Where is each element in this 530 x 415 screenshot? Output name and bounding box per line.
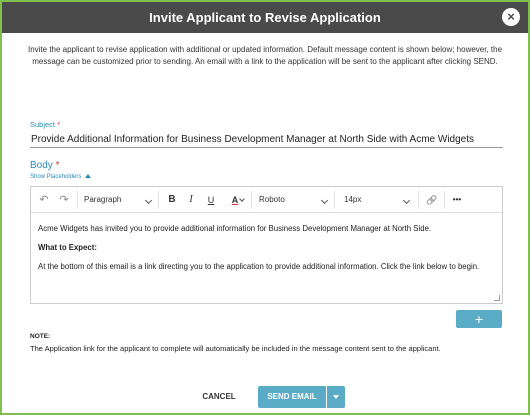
link-icon[interactable]: 🔗 bbox=[423, 187, 441, 213]
add-button[interactable]: + bbox=[456, 310, 502, 328]
show-placeholders-toggle[interactable]: Show Placeholders bbox=[30, 174, 92, 180]
subject-label: Subject * bbox=[30, 120, 60, 129]
modal-header: Invite Applicant to Revise Application × bbox=[2, 2, 528, 33]
editor-content[interactable]: Acme Widgets has invited you to provide … bbox=[31, 214, 502, 303]
note-label: NOTE: bbox=[30, 333, 51, 340]
close-icon[interactable]: × bbox=[502, 8, 520, 26]
modal-title: Invite Applicant to Revise Application bbox=[149, 10, 381, 25]
redo-icon[interactable]: ↷ bbox=[55, 187, 73, 213]
chevron-down-icon bbox=[333, 395, 339, 399]
subject-input[interactable] bbox=[30, 131, 503, 148]
toolbar-divider bbox=[334, 191, 335, 209]
body-required-mark: * bbox=[55, 160, 60, 171]
body-label-text: Body bbox=[30, 160, 53, 171]
resize-handle[interactable] bbox=[494, 295, 500, 301]
chevron-down-icon bbox=[144, 196, 153, 205]
toolbar-divider bbox=[77, 191, 78, 209]
toolbar-divider bbox=[418, 191, 419, 209]
content-paragraph: Acme Widgets has invited you to provide … bbox=[38, 224, 432, 233]
text-color-icon: A bbox=[231, 195, 239, 205]
chevron-down-icon bbox=[320, 196, 329, 205]
subject-label-text: Subject bbox=[30, 120, 56, 129]
underline-button[interactable]: U bbox=[203, 187, 219, 213]
show-placeholders-label: Show Placeholders bbox=[30, 174, 82, 180]
send-options-dropdown[interactable] bbox=[327, 386, 345, 408]
intro-text: Invite the applicant to revise applicati… bbox=[27, 45, 503, 66]
block-format-select[interactable]: Paragraph bbox=[79, 187, 157, 213]
caret-up-icon bbox=[85, 174, 92, 179]
more-options-icon[interactable]: ••• bbox=[447, 187, 467, 213]
invite-modal: Invite Applicant to Revise Application ×… bbox=[0, 0, 530, 415]
note-text: The Application link for the applicant t… bbox=[30, 344, 441, 353]
italic-button[interactable]: I bbox=[183, 187, 199, 213]
toolbar-divider bbox=[251, 191, 252, 209]
font-size-value: 14px bbox=[344, 195, 362, 204]
chevron-down-icon bbox=[239, 196, 245, 202]
editor-toolbar: ↶ ↷ Paragraph B I U A Roboto 14px 🔗 ••• bbox=[31, 187, 502, 213]
content-heading: What to Expect: bbox=[38, 243, 97, 252]
content-paragraph: At the bottom of this email is a link di… bbox=[38, 262, 480, 271]
toolbar-divider bbox=[158, 191, 159, 209]
font-family-select[interactable]: Roboto bbox=[253, 187, 333, 213]
send-email-button[interactable]: SEND EMAIL bbox=[258, 386, 326, 408]
chevron-down-icon bbox=[402, 196, 411, 205]
bold-button[interactable]: B bbox=[164, 187, 180, 213]
block-format-value: Paragraph bbox=[84, 195, 122, 204]
rich-text-editor: ↶ ↷ Paragraph B I U A Roboto 14px 🔗 ••• … bbox=[30, 186, 503, 304]
body-label: Body * bbox=[30, 160, 59, 171]
text-color-button[interactable]: A bbox=[222, 187, 248, 213]
font-size-select[interactable]: 14px bbox=[336, 187, 416, 213]
subject-required-mark: * bbox=[57, 120, 61, 129]
toolbar-divider bbox=[444, 191, 445, 209]
undo-icon[interactable]: ↶ bbox=[35, 187, 53, 213]
font-family-value: Roboto bbox=[259, 195, 285, 204]
cancel-button[interactable]: CANCEL bbox=[195, 386, 243, 408]
